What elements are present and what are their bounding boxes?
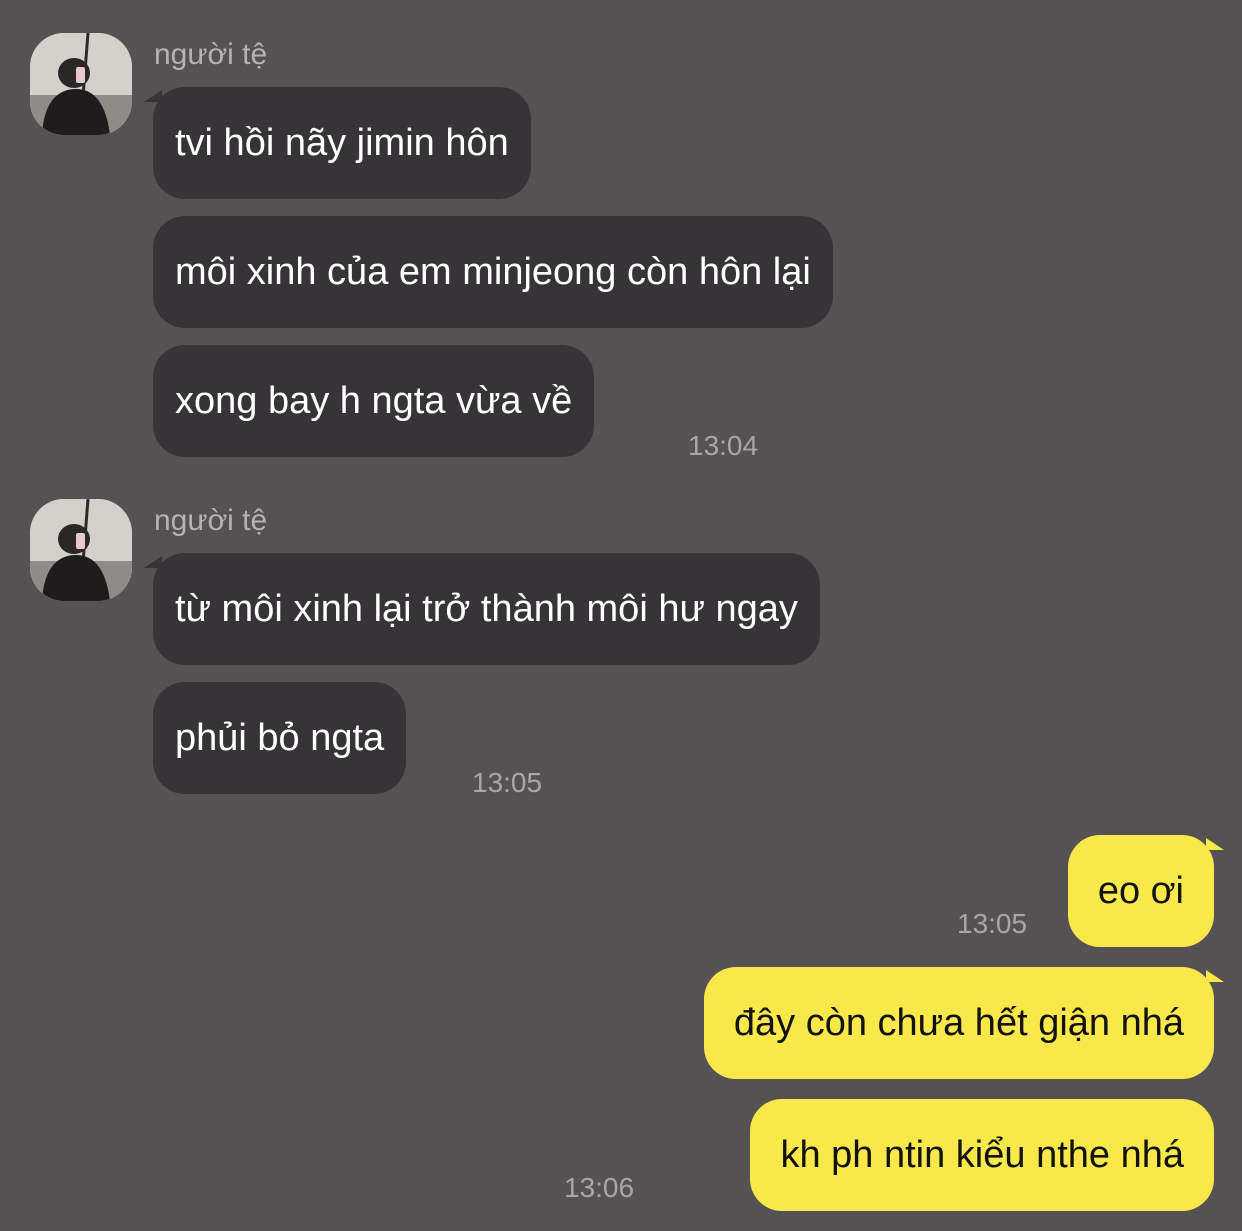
sender-avatar[interactable] [30, 499, 132, 601]
incoming-message[interactable]: phủi bỏ ngta [153, 682, 407, 794]
avatar-photo-icon [30, 499, 132, 601]
outgoing-message[interactable]: eo ơi [1067, 835, 1214, 947]
message-time: 13:05 [472, 767, 543, 798]
outgoing-message[interactable]: đây còn chưa hết giận nhá [703, 967, 1214, 1079]
outgoing-message[interactable]: kh ph ntin kiểu nthe nhá [750, 1099, 1214, 1211]
sender-name: người tệ [154, 38, 268, 71]
message-time: 13:04 [688, 430, 759, 461]
incoming-message[interactable]: từ môi xinh lại trở thành môi hư ngay [153, 553, 820, 665]
bubble-tail [1206, 970, 1224, 982]
message-time: 13:05 [957, 908, 1028, 939]
incoming-message[interactable]: tvi hồi nãy jimin hôn [153, 87, 531, 199]
message-time: 13:06 [564, 1172, 635, 1203]
sender-name: người tệ [154, 504, 268, 537]
sender-avatar[interactable] [30, 33, 132, 135]
incoming-message[interactable]: môi xinh của em minjeong còn hôn lại [153, 216, 833, 328]
incoming-message[interactable]: xong bay h ngta vừa về [153, 345, 595, 457]
avatar-photo-icon [30, 33, 132, 135]
bubble-tail [1206, 838, 1224, 850]
